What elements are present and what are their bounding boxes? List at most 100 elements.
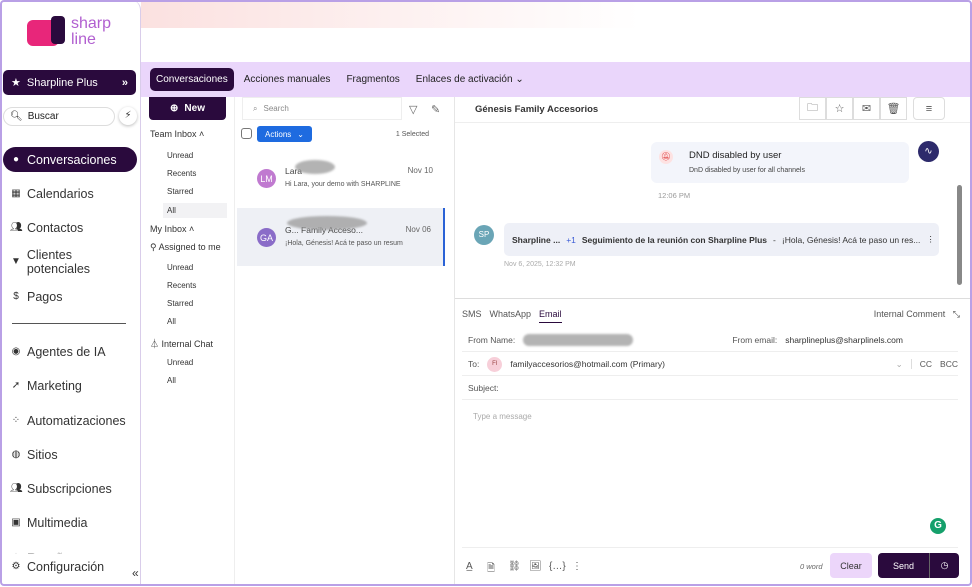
sidebar-item-configuracion[interactable]: ⚙︎ Configuración bbox=[3, 554, 137, 579]
my-recents[interactable]: Recents bbox=[167, 281, 196, 290]
trash-icon[interactable]: 🗑︎ bbox=[880, 97, 907, 120]
sidebar-item-agentes[interactable]: ◉ Agentes de IA bbox=[3, 339, 137, 364]
placeholder: Search bbox=[263, 104, 289, 113]
internal-comment[interactable]: Internal Comment ⤡ bbox=[874, 309, 960, 320]
tab-fragmentos[interactable]: Fragmentos bbox=[340, 68, 405, 91]
subject-label: Subject: bbox=[468, 383, 499, 393]
conversation-tools: 🗀 ☆ ✉ 🗑︎ ≡ bbox=[799, 97, 945, 120]
from-row: From Name: From email: sharplineplus@sha… bbox=[462, 329, 958, 352]
conversation-item[interactable]: LM Lara Hi Lara, your demo with SHARPLIN… bbox=[237, 150, 445, 208]
internal-chat[interactable]: ⏃ Internal Chat bbox=[150, 337, 213, 350]
subject-row[interactable]: Subject: bbox=[462, 377, 958, 400]
clear-button[interactable]: Clear bbox=[830, 553, 872, 578]
select-all-checkbox[interactable] bbox=[241, 128, 252, 139]
chevron-down-icon[interactable]: ⌄ bbox=[896, 359, 903, 370]
compose-icon[interactable]: ✎ bbox=[431, 103, 440, 116]
tab-email[interactable]: Email bbox=[539, 309, 562, 323]
filter-icon[interactable]: ▽ bbox=[409, 103, 417, 116]
label: Agentes de IA bbox=[27, 344, 106, 359]
quick-actions-bolt-icon[interactable]: ⚡︎ bbox=[119, 107, 137, 125]
collapse-sidebar-icon[interactable]: « bbox=[132, 566, 139, 580]
plus-chat-icon: ⊕ bbox=[170, 103, 179, 114]
more-vertical-icon[interactable]: ⋮ bbox=[926, 234, 935, 245]
sidebar-item-clientes[interactable]: ▼ Clientes potenciales bbox=[3, 247, 137, 276]
my-all[interactable]: All bbox=[167, 317, 176, 326]
collapse-icon[interactable]: ⤡ bbox=[953, 309, 960, 319]
tab-enlaces[interactable]: Enlaces de activación ⌄ bbox=[410, 68, 530, 91]
grammarly-icon[interactable]: G bbox=[930, 518, 946, 534]
conversation-item-selected[interactable]: GA G... Family Acceso... ¡Hola, Génesis!… bbox=[237, 208, 445, 266]
internal-all[interactable]: All bbox=[167, 376, 176, 385]
word-count: 0 word bbox=[800, 562, 823, 571]
sidebar: sharp line ★ Sharpline Plus» 🔍︎ Buscar ⚡︎ … bbox=[0, 0, 141, 586]
more-vertical-icon[interactable]: ⋮ bbox=[572, 561, 582, 572]
search-icon: 🔍︎ bbox=[10, 111, 23, 122]
cc-button[interactable]: CC bbox=[910, 359, 932, 369]
new-button[interactable]: ⊕ New bbox=[149, 97, 226, 120]
image-icon[interactable]: 🖼︎ bbox=[529, 561, 542, 572]
label: Contactos bbox=[27, 220, 84, 235]
date: Nov 10 bbox=[407, 166, 433, 175]
sidebar-item-subscripciones[interactable]: 👥︎ Subscripciones bbox=[3, 476, 137, 501]
sidebar-item-automatizaciones[interactable]: ⁘ Automatizaciones bbox=[3, 408, 137, 433]
label: Clientes potenciales bbox=[26, 247, 91, 276]
message-input[interactable]: Type a message bbox=[473, 412, 532, 421]
conversation-panel: Génesis Family Accesorios 🗀 ☆ ✉ 🗑︎ ≡ 🔕︎ … bbox=[455, 97, 970, 586]
team-inbox-header[interactable]: Team Inbox ˄ bbox=[150, 129, 204, 139]
dnd-subtitle: DnD disabled by user for all channels bbox=[689, 167, 805, 174]
subject: Seguimiento de la reunión con Sharpline … bbox=[581, 234, 768, 245]
star-icon[interactable]: ☆ bbox=[826, 97, 853, 120]
label: Team Inbox bbox=[150, 129, 197, 139]
sidebar-item-pagos[interactable]: $ Pagos bbox=[3, 284, 137, 309]
sidebar-item-contactos[interactable]: 👥︎ Contactos bbox=[3, 215, 137, 240]
account-switcher[interactable]: ★ Sharpline Plus » bbox=[3, 70, 136, 95]
label: Marketing bbox=[27, 378, 82, 393]
label: Configuración bbox=[27, 559, 105, 574]
chevron-down-icon: ⌄ bbox=[297, 129, 304, 139]
sidebar-item-conversaciones[interactable]: ● Conversaciones bbox=[3, 147, 137, 172]
logo-text: line bbox=[71, 31, 96, 48]
custom-values-icon[interactable]: {…} bbox=[549, 561, 566, 572]
sidebar-item-calendarios[interactable]: ▦ Calendarios bbox=[3, 181, 137, 206]
mail-icon[interactable]: ✉ bbox=[853, 97, 880, 120]
my-unread[interactable]: Unread bbox=[167, 263, 193, 272]
top-tabs: Conversaciones Acciones manuales Fragmen… bbox=[141, 62, 970, 97]
team-starred[interactable]: Starred bbox=[167, 187, 193, 196]
send-button[interactable]: Send ◷ bbox=[878, 553, 959, 578]
avatar: LM bbox=[257, 169, 276, 188]
filter-icon: ▼ bbox=[10, 256, 21, 267]
activity-icon[interactable]: ∿ bbox=[918, 141, 939, 162]
label: Pagos bbox=[27, 289, 63, 304]
sort-icon[interactable]: ≡ bbox=[913, 97, 945, 120]
internal-unread[interactable]: Unread bbox=[167, 358, 193, 367]
my-starred[interactable]: Starred bbox=[167, 299, 193, 308]
tab-sms[interactable]: SMS bbox=[462, 309, 482, 323]
tab-acciones-manuales[interactable]: Acciones manuales bbox=[238, 68, 337, 91]
link-icon[interactable]: ⛓︎ bbox=[508, 561, 521, 572]
sidebar-item-sitios[interactable]: ◍ Sitios bbox=[3, 442, 137, 467]
search-input[interactable]: 🔍︎ Buscar bbox=[3, 107, 115, 126]
team-recents[interactable]: Recents bbox=[167, 169, 196, 178]
actions-dropdown[interactable]: Actions ⌄ bbox=[257, 126, 312, 142]
schedule-icon[interactable]: ◷ bbox=[929, 553, 959, 578]
gear-icon: ⚙︎ bbox=[11, 561, 21, 572]
scrollbar[interactable] bbox=[957, 185, 962, 285]
tab-label: Enlaces de activación bbox=[415, 74, 513, 85]
to-row[interactable]: To: FI familyaccesorios@hotmail.com (Pri… bbox=[462, 353, 958, 376]
team-unread[interactable]: Unread bbox=[167, 151, 193, 160]
bcc-button[interactable]: BCC bbox=[940, 359, 958, 369]
email-message[interactable]: Sharpline ... +1 Seguimiento de la reuni… bbox=[504, 223, 939, 256]
folder-icon[interactable]: 🗀 bbox=[799, 97, 826, 120]
team-all[interactable]: All bbox=[163, 203, 227, 218]
my-inbox-header[interactable]: My Inbox ˄ bbox=[150, 224, 194, 234]
tab-whatsapp[interactable]: WhatsApp bbox=[490, 309, 532, 323]
document-icon[interactable]: 🗎 bbox=[487, 561, 495, 578]
label: Subscripciones bbox=[27, 481, 112, 496]
assigned-to-me[interactable]: ⚲ Assigned to me bbox=[150, 242, 221, 253]
conversation-search-input[interactable]: ⌕ Search bbox=[242, 97, 402, 120]
text-format-icon[interactable]: A̲ bbox=[466, 561, 473, 572]
sidebar-item-multimedia[interactable]: ▣ Multimedia bbox=[3, 510, 137, 535]
label: Automatizaciones bbox=[27, 413, 126, 428]
sidebar-item-marketing[interactable]: ➚ Marketing bbox=[3, 373, 137, 398]
tab-conversaciones[interactable]: Conversaciones bbox=[150, 68, 234, 91]
